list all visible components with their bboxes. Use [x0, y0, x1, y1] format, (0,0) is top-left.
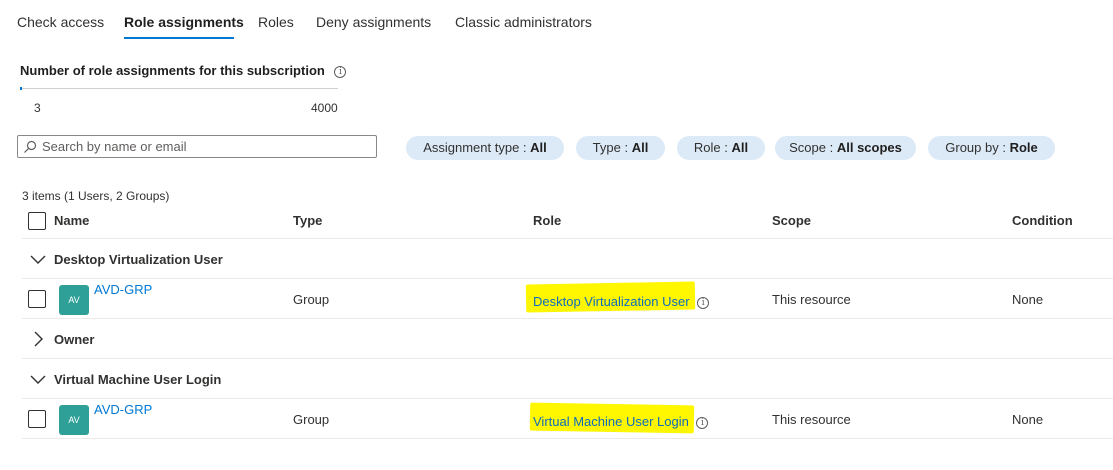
info-icon[interactable]: i [334, 65, 347, 78]
filter-type[interactable]: Type : All [576, 136, 665, 160]
tab-role-assignments[interactable]: Role assignments [124, 14, 244, 30]
chevron-down-icon[interactable] [29, 370, 47, 388]
role-assignment-progress [20, 87, 338, 90]
filter-key: Assignment type [423, 140, 520, 155]
avatar: AV [59, 285, 89, 315]
role-assignment-count-title: Number of role assignments for this subs… [20, 63, 347, 78]
row-checkbox[interactable] [28, 410, 46, 428]
column-header-role[interactable]: Role [533, 213, 561, 228]
group-header-virtual-machine-user-login[interactable]: Virtual Machine User Login [22, 359, 1113, 399]
column-header-type[interactable]: Type [293, 213, 322, 228]
filter-value: All [530, 140, 547, 155]
avatar: AV [59, 405, 89, 435]
role-link[interactable]: Virtual Machine User Login [533, 414, 689, 429]
type-cell: Group [293, 292, 330, 307]
filter-value: Role [1009, 140, 1038, 155]
row-checkbox[interactable] [28, 290, 46, 308]
filter-role[interactable]: Role : All [677, 136, 765, 160]
role-assignment-progress-fill [20, 87, 22, 90]
items-count: 3 items (1 Users, 2 Groups) [22, 189, 170, 203]
filter-value: All [631, 140, 649, 155]
filter-key: Scope [789, 140, 826, 155]
chevron-down-icon[interactable] [29, 250, 47, 268]
filter-group-by[interactable]: Group by : Role [928, 136, 1055, 160]
count-title-text: Number of role assignments for this subs… [20, 63, 325, 78]
info-icon[interactable]: i [697, 296, 710, 309]
type-cell: Group [293, 412, 330, 427]
condition-cell: None [1012, 412, 1044, 427]
tab-check-access[interactable]: Check access [17, 14, 104, 30]
filter-key: Group by [945, 140, 999, 155]
search-input[interactable] [42, 138, 372, 155]
principal-name-link[interactable]: AVD-GRP [94, 402, 152, 417]
column-header-name[interactable]: Name [54, 213, 89, 228]
column-header-scope[interactable]: Scope [772, 213, 811, 228]
role-link[interactable]: Desktop Virtualization User [533, 294, 690, 309]
filter-scope[interactable]: Scope : All scopes [775, 136, 916, 160]
tab-deny-assignments[interactable]: Deny assignments [316, 14, 431, 30]
group-label: Owner [54, 332, 95, 347]
scope-cell: This resource [772, 292, 851, 307]
principal-name-link[interactable]: AVD-GRP [94, 282, 152, 297]
group-header-desktop-virtualization-user[interactable]: Desktop Virtualization User [22, 239, 1113, 279]
condition-cell: None [1012, 292, 1044, 307]
group-header-owner[interactable]: Owner [22, 319, 1113, 359]
info-icon[interactable]: i [696, 416, 709, 429]
filter-key: Type [592, 140, 621, 155]
group-label: Virtual Machine User Login [54, 372, 222, 387]
tab-roles[interactable]: Roles [258, 14, 294, 30]
row-divider [22, 398, 1113, 399]
tab-classic-administrators[interactable]: Classic administrators [455, 14, 592, 30]
row-divider [22, 278, 1113, 279]
filter-value: All [731, 140, 749, 155]
filter-assignment-type[interactable]: Assignment type : All [406, 136, 564, 160]
active-tab-indicator [124, 37, 234, 39]
search-icon [24, 140, 37, 153]
scope-cell: This resource [772, 412, 851, 427]
group-label: Desktop Virtualization User [54, 252, 223, 267]
chevron-right-icon[interactable] [29, 330, 47, 348]
count-current: 3 [34, 101, 41, 115]
column-header-condition[interactable]: Condition [1012, 213, 1073, 228]
count-max: 4000 [311, 101, 338, 115]
filter-key: Role [693, 140, 721, 155]
search-box[interactable] [17, 135, 377, 158]
filter-value: All scopes [836, 140, 902, 155]
select-all-checkbox[interactable] [28, 212, 46, 230]
row-divider [22, 438, 1113, 439]
